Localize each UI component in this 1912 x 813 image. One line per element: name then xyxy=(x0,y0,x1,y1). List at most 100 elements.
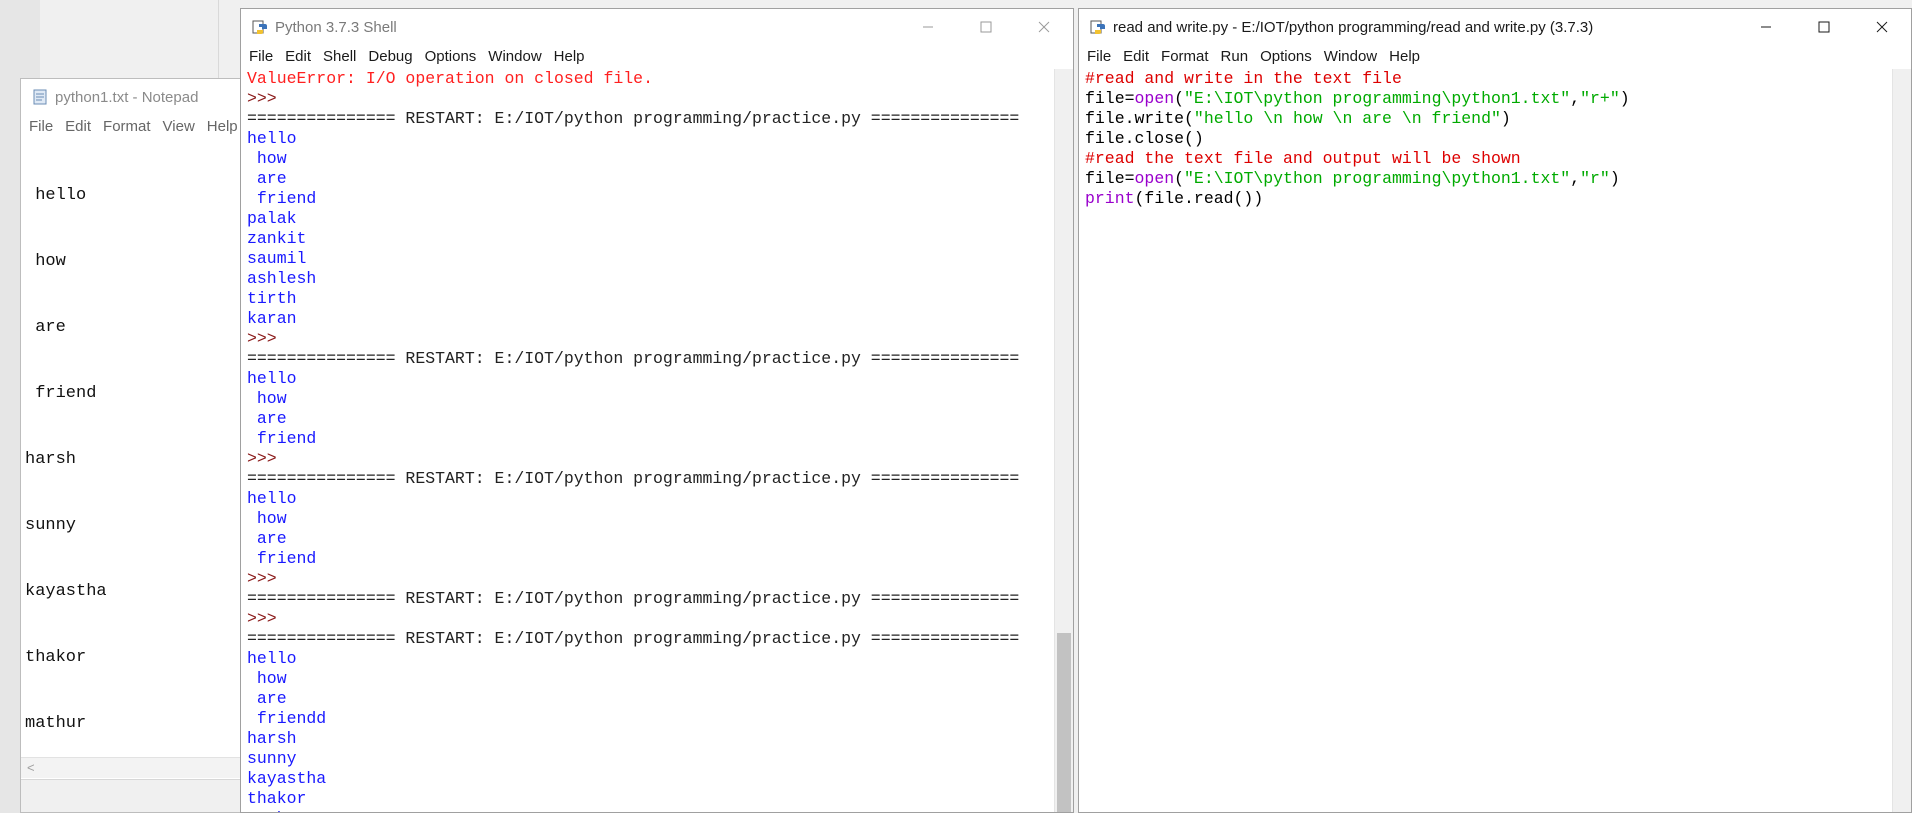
shell-line-out: friend xyxy=(247,189,317,208)
menu-help[interactable]: Help xyxy=(1385,45,1428,69)
text-line: how xyxy=(25,252,66,271)
shell-line-err: ValueError: I/O operation on closed file… xyxy=(247,69,653,88)
shell-line-out: are xyxy=(247,689,287,708)
shell-titlebar[interactable]: Python 3.7.3 Shell xyxy=(241,9,1073,45)
menu-file[interactable]: File xyxy=(245,45,281,69)
window-title: Python 3.7.3 Shell xyxy=(275,18,397,36)
shell-line-out: are xyxy=(247,169,287,188)
code-editor-area[interactable]: #read and write in the text file file=ope… xyxy=(1079,69,1911,812)
shell-line-out: zankit xyxy=(247,229,307,248)
code-line: file=open("E:\IOT\python programming\pyt… xyxy=(1085,89,1911,109)
code-line: #read and write in the text file xyxy=(1085,69,1911,89)
shell-output-area[interactable]: ValueError: I/O operation on closed file… xyxy=(241,69,1073,812)
text-line: sunny xyxy=(25,516,77,535)
code-token-string: "r+" xyxy=(1580,89,1620,108)
menu-view[interactable]: View xyxy=(159,115,203,139)
shell-line-prompt: >>> xyxy=(247,89,287,108)
code-line: file.write("hello \n how \n are \n frien… xyxy=(1085,109,1911,129)
shell-line-rule: =============== RESTART: E:/IOT/python p… xyxy=(247,109,1020,128)
window-title: python1.txt - Notepad xyxy=(55,88,199,106)
menu-file[interactable]: File xyxy=(1083,45,1119,69)
notepad-text-area[interactable]: hello how are friend harsh sunny kayasth… xyxy=(21,141,249,779)
shell-line-prompt: >>> xyxy=(247,449,287,468)
code-token-def: ( xyxy=(1174,169,1185,188)
editor-window[interactable]: read and write.py - E:/IOT/python progra… xyxy=(1078,8,1912,813)
code-line: #read the text file and output will be s… xyxy=(1085,149,1911,169)
menu-edit[interactable]: Edit xyxy=(61,115,99,139)
menu-edit[interactable]: Edit xyxy=(281,45,319,69)
notepad-window[interactable]: python1.txt - Notepad File Edit Format V… xyxy=(20,78,250,813)
menu-debug[interactable]: Debug xyxy=(364,45,420,69)
menu-run[interactable]: Run xyxy=(1217,45,1257,69)
shell-line-out: hello xyxy=(247,129,297,148)
shell-line-out: how xyxy=(247,389,287,408)
code-line: print(file.read()) xyxy=(1085,189,1911,209)
status-bar xyxy=(21,779,249,812)
text-line: are xyxy=(25,318,66,337)
code-token-def: ( xyxy=(1174,89,1185,108)
code-line: file.close() xyxy=(1085,129,1911,149)
shell-line-rule: =============== RESTART: E:/IOT/python p… xyxy=(247,349,1020,368)
minimize-icon xyxy=(923,26,933,28)
shell-line-rule: =============== RESTART: E:/IOT/python p… xyxy=(247,629,1020,648)
editor-menubar: File Edit Format Run Options Window Help xyxy=(1079,45,1911,69)
shell-line-out: how xyxy=(247,509,287,528)
maximize-button[interactable] xyxy=(1795,9,1853,45)
notepad-icon xyxy=(33,89,47,105)
shell-line-out: are xyxy=(247,409,287,428)
python-shell-window[interactable]: Python 3.7.3 Shell File Edit Shell Debug… xyxy=(240,8,1074,813)
code-token-def: file.write( xyxy=(1085,109,1194,128)
notepad-titlebar[interactable]: python1.txt - Notepad xyxy=(21,79,249,115)
menu-window[interactable]: Window xyxy=(1320,45,1385,69)
shell-line-out: hello xyxy=(247,489,297,508)
code-line: file=open("E:\IOT\python programming\pyt… xyxy=(1085,169,1911,189)
shell-line-out: hello xyxy=(247,369,297,388)
shell-line-out: friend xyxy=(247,549,317,568)
minimize-button[interactable] xyxy=(1737,9,1795,45)
notepad-menubar: File Edit Format View Help xyxy=(21,115,249,139)
menu-help[interactable]: Help xyxy=(550,45,593,69)
menu-edit[interactable]: Edit xyxy=(1119,45,1157,69)
shell-line-out: ashlesh xyxy=(247,269,317,288)
scrollbar-thumb[interactable] xyxy=(1057,633,1071,812)
text-line: kayastha xyxy=(25,582,107,601)
close-icon xyxy=(1038,21,1050,33)
code-token-string: "E:\IOT\python programming\python1.txt" xyxy=(1184,169,1571,188)
minimize-icon xyxy=(1761,26,1771,28)
shell-line-out: mathur xyxy=(247,809,1073,812)
python-idle-icon xyxy=(252,20,267,34)
menu-options[interactable]: Options xyxy=(421,45,485,69)
menu-window[interactable]: Window xyxy=(484,45,549,69)
code-token-string: "r" xyxy=(1580,169,1610,188)
code-token-builtin: open xyxy=(1134,89,1175,108)
close-button[interactable] xyxy=(1015,9,1073,45)
maximize-button[interactable] xyxy=(957,9,1015,45)
editor-titlebar[interactable]: read and write.py - E:/IOT/python progra… xyxy=(1079,9,1911,45)
shell-menubar: File Edit Shell Debug Options Window Hel… xyxy=(241,45,1073,69)
horizontal-scrollbar[interactable]: < xyxy=(21,757,249,778)
close-button[interactable] xyxy=(1853,9,1911,45)
code-token-def: ) xyxy=(1500,109,1511,128)
shell-line-prompt: >>> xyxy=(247,609,287,628)
shell-line-out: kayastha xyxy=(247,769,327,788)
shell-line-out: friend xyxy=(247,429,317,448)
vertical-scrollbar[interactable] xyxy=(1054,69,1073,812)
scroll-left-icon[interactable]: < xyxy=(27,760,35,775)
code-token-def: ) xyxy=(1619,89,1630,108)
vertical-scrollbar[interactable] xyxy=(1892,69,1911,812)
text-line: hello xyxy=(25,186,87,205)
menu-options[interactable]: Options xyxy=(1256,45,1320,69)
shell-line-out: thakor xyxy=(247,789,307,808)
text-line: harsh xyxy=(25,450,77,469)
shell-line-prompt: >>> xyxy=(247,569,287,588)
shell-line-out: harsh xyxy=(247,729,297,748)
menu-format[interactable]: Format xyxy=(1157,45,1217,69)
maximize-icon xyxy=(980,21,992,33)
menu-shell[interactable]: Shell xyxy=(319,45,364,69)
menu-file[interactable]: File xyxy=(25,115,61,139)
menu-format[interactable]: Format xyxy=(99,115,159,139)
code-token-string: "E:\IOT\python programming\python1.txt" xyxy=(1184,89,1571,108)
minimize-button[interactable] xyxy=(899,9,957,45)
shell-line-rule: =============== RESTART: E:/IOT/python p… xyxy=(247,469,1020,488)
code-token-def: , xyxy=(1570,169,1581,188)
